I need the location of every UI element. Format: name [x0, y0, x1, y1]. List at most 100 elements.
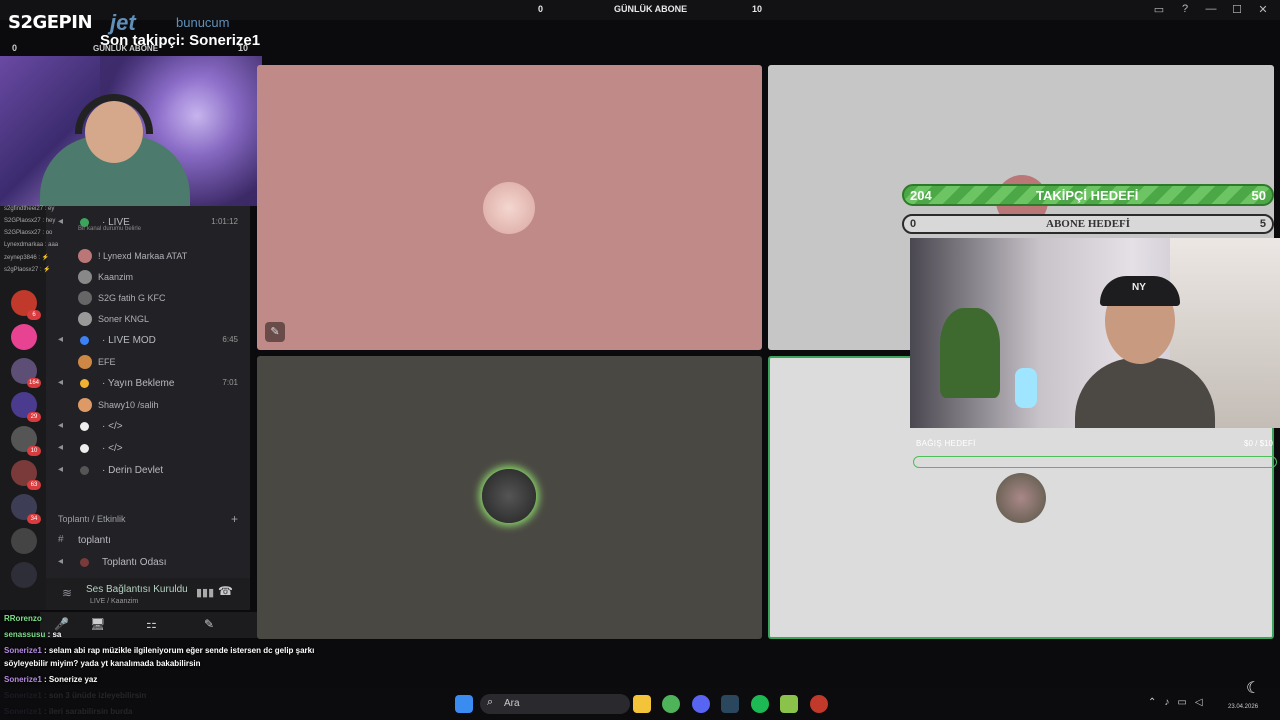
start-icon[interactable]: [455, 695, 473, 713]
steam-icon[interactable]: [721, 695, 739, 713]
chat-username[interactable]: senassusu: [4, 630, 45, 639]
mini-chat-line: zeynep3846 : ⚡: [4, 255, 50, 261]
chat-message: söyleyebilir miyim? yada yt kanalımada b…: [4, 659, 201, 668]
avatar: [78, 249, 92, 263]
speaker-icon: ◂: [58, 464, 64, 475]
voice-user[interactable]: Shawy10 /salih: [46, 397, 250, 415]
volume-icon[interactable]: ◁: [1195, 697, 1203, 708]
server-icon[interactable]: 34: [11, 494, 41, 524]
voice-channel[interactable]: ◂ · </>: [46, 440, 250, 458]
moon-icon: ☾: [1246, 680, 1261, 697]
donation-goal-label: BAĞIŞ HEDEFİ: [916, 439, 976, 448]
server-icon[interactable]: 164: [11, 358, 41, 388]
taskbar: ⌕ Ara ⌃ ♪ ▭ ◁ 23.04.2026: [0, 688, 1280, 720]
voice-user[interactable]: Kaanzim: [46, 269, 250, 287]
avatar: [996, 473, 1046, 523]
maximize-icon[interactable]: ☐: [1230, 3, 1244, 16]
voice-user[interactable]: S2G fatih G KFC: [46, 290, 250, 308]
cap-logo: NY: [1132, 282, 1146, 293]
screen-share-icon[interactable]: 🖥: [90, 617, 105, 631]
close-icon[interactable]: ✕: [1256, 3, 1270, 16]
minimize-icon[interactable]: —: [1204, 3, 1218, 16]
daily-sub-current: 0: [538, 4, 544, 14]
video-tile-1[interactable]: ✎: [257, 65, 762, 350]
chat-message: RRorenzo: [4, 614, 42, 623]
chat-message: Sonerize1 : selam abi rap müzikle ilgile…: [4, 646, 314, 655]
brand-logo: S2GEPIN: [8, 12, 93, 33]
activities-icon[interactable]: ⚏: [146, 617, 157, 631]
sub-goal-label: ABONE HEDEFİ: [1046, 218, 1131, 230]
chat-text: : selam abi rap müzikle ilgileniyorum eğ…: [41, 646, 315, 655]
avatar: [78, 291, 92, 305]
voice-user[interactable]: EFE: [46, 354, 250, 372]
server-icon[interactable]: 10: [11, 426, 41, 456]
channel-dot: [80, 558, 89, 567]
guest-webcam: NY: [910, 238, 1280, 428]
spotify-icon[interactable]: [751, 695, 769, 713]
network-icon[interactable]: ▭: [1177, 697, 1186, 708]
server-icon[interactable]: 29: [11, 392, 41, 422]
channel-dot: [80, 444, 89, 453]
voice-channel[interactable]: ◂ · </>: [46, 418, 250, 436]
video-tile-3[interactable]: [257, 356, 762, 639]
follower-goal-bar: 204 TAKİPÇİ HEDEFİ 50: [902, 184, 1274, 206]
obs-icon[interactable]: [810, 695, 828, 713]
follower-goal-label: TAKİPÇİ HEDEFİ: [1036, 188, 1139, 203]
voice-status-sub: LIVE / Kaanzim: [90, 598, 139, 605]
signal-icon: ≋: [62, 586, 73, 600]
help-icon[interactable]: ?: [1178, 3, 1192, 16]
voice-status-panel: ≋ Ses Bağlantısı Kuruldu LIVE / Kaanzim …: [46, 578, 250, 610]
server-icon[interactable]: 63: [11, 460, 41, 490]
voice-channel[interactable]: ◂ · Derin Devlet: [46, 462, 250, 480]
chat-username[interactable]: Sonerize1: [4, 646, 42, 655]
avatar: [78, 312, 92, 326]
system-tray: ⌃ ♪ ▭ ◁: [1148, 697, 1203, 708]
soundwave-icon[interactable]: ▮▮▮: [196, 586, 214, 599]
channel-duration: 6:45: [222, 335, 238, 344]
chat-message: Sonerize1 : Sonerize yaz: [4, 675, 97, 684]
channel-dot: [80, 466, 89, 475]
voice-channel[interactable]: ◂ · Yayın Bekleme 7:01: [46, 375, 250, 393]
sponsor-suffix: bunucum: [176, 15, 230, 30]
header-count-left: 0: [12, 43, 18, 53]
disconnect-icon[interactable]: ☎: [218, 584, 233, 598]
chat-text: : sa: [45, 630, 62, 639]
server-icon[interactable]: [11, 324, 37, 350]
mic-icon[interactable]: 🎤: [54, 617, 69, 631]
chat-username[interactable]: RRorenzo: [4, 614, 42, 623]
server-icon[interactable]: [11, 562, 37, 588]
lamp: [1015, 368, 1037, 408]
channel-name: · LIVE MOD: [102, 335, 156, 346]
unread-badge: 164: [26, 378, 41, 388]
user-name: Kaanzim: [98, 272, 134, 282]
discord-icon[interactable]: [692, 695, 710, 713]
donation-goal-bar: [913, 456, 1277, 468]
channel-name: · </>: [102, 443, 123, 454]
mic-tray-icon[interactable]: ♪: [1164, 697, 1169, 708]
section-header[interactable]: Toplantı / Etkinlik: [58, 514, 126, 524]
voice-channel[interactable]: ◂ · LIVE MOD 6:45: [46, 332, 250, 350]
unread-badge: 6: [27, 310, 41, 320]
server-icon[interactable]: [11, 528, 37, 554]
daily-sub-strip: 0 GÜNLÜK ABONE 10: [500, 2, 790, 17]
chrome-icon[interactable]: [662, 695, 680, 713]
clock[interactable]: 23.04.2026: [1228, 704, 1258, 710]
chevron-up-icon[interactable]: ⌃: [1148, 697, 1156, 708]
text-channel[interactable]: # toplantı: [46, 532, 250, 550]
voice-user[interactable]: Soner KNGL: [46, 311, 250, 329]
window-controls: ▭ ? — ☐ ✕: [1152, 3, 1270, 16]
server-icon[interactable]: 6: [11, 290, 41, 320]
chat-username[interactable]: Sonerize1: [4, 675, 42, 684]
search-input[interactable]: ⌕ Ara: [480, 694, 630, 714]
draw-icon[interactable]: ✎: [204, 617, 214, 631]
screen-icon[interactable]: ▭: [1152, 3, 1166, 16]
avatar: [482, 469, 536, 523]
voice-channel-meeting[interactable]: ◂ Toplantı Odası: [46, 554, 250, 572]
channel-dot: [80, 336, 89, 345]
add-channel-icon[interactable]: +: [231, 512, 238, 526]
user-name: S2G fatih G KFC: [98, 293, 166, 303]
voice-user[interactable]: ! Lynexd Markaa ATAT: [46, 248, 250, 266]
play-icon[interactable]: [780, 695, 798, 713]
daily-sub-label: GÜNLÜK ABONE: [614, 4, 688, 14]
explorer-icon[interactable]: [633, 695, 651, 713]
